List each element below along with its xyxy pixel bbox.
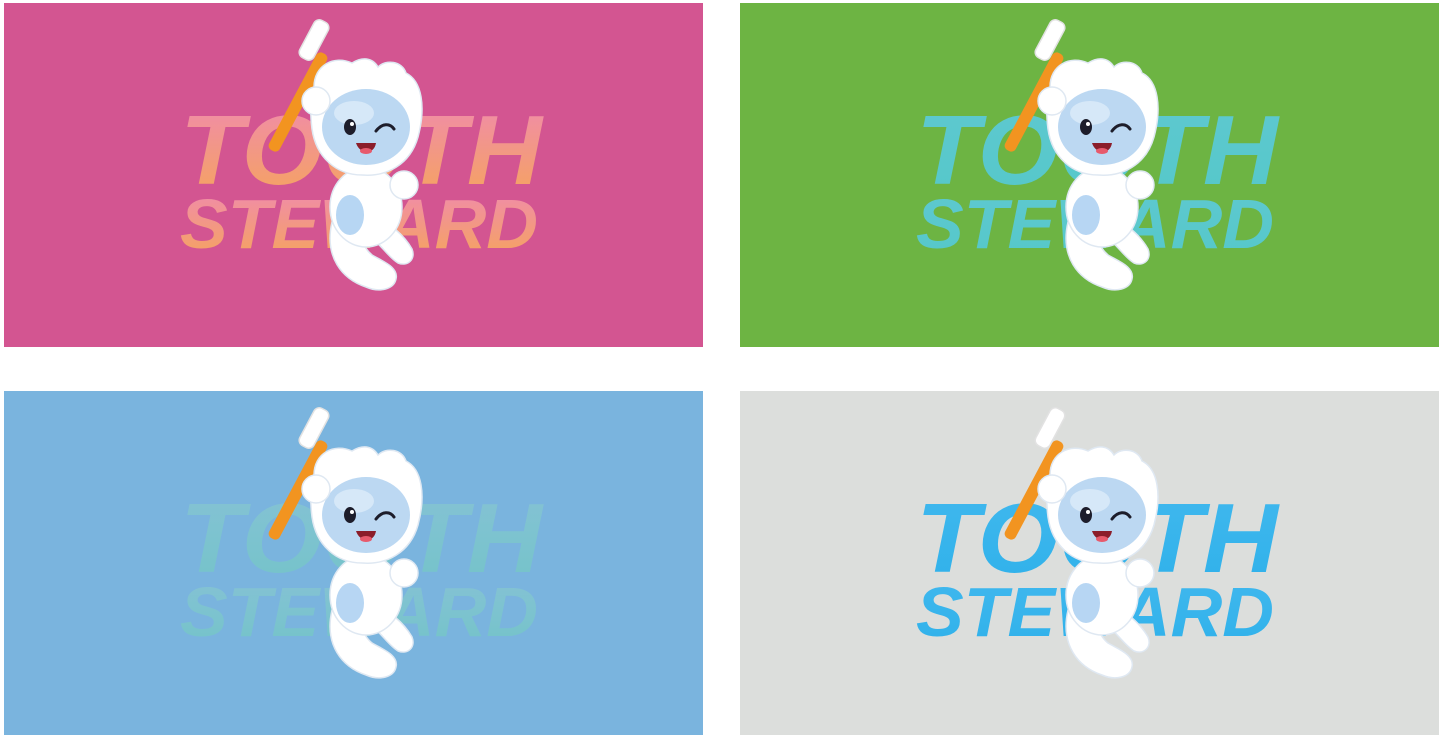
logo-panel-gray: TOOTH STEWARD	[740, 391, 1439, 735]
tooth-mascot-icon	[1004, 19, 1159, 291]
logo-panel-pink: TOOTH STEWARD	[4, 3, 703, 347]
tooth-mascot-icon	[1004, 407, 1159, 679]
tooth-mascot-icon	[268, 19, 423, 291]
logo-panel-green: TOOTH STEWARD	[740, 3, 1439, 347]
tooth-mascot-icon	[268, 407, 423, 679]
logo-panel-blue: TOOTH STEWARD	[4, 391, 703, 735]
